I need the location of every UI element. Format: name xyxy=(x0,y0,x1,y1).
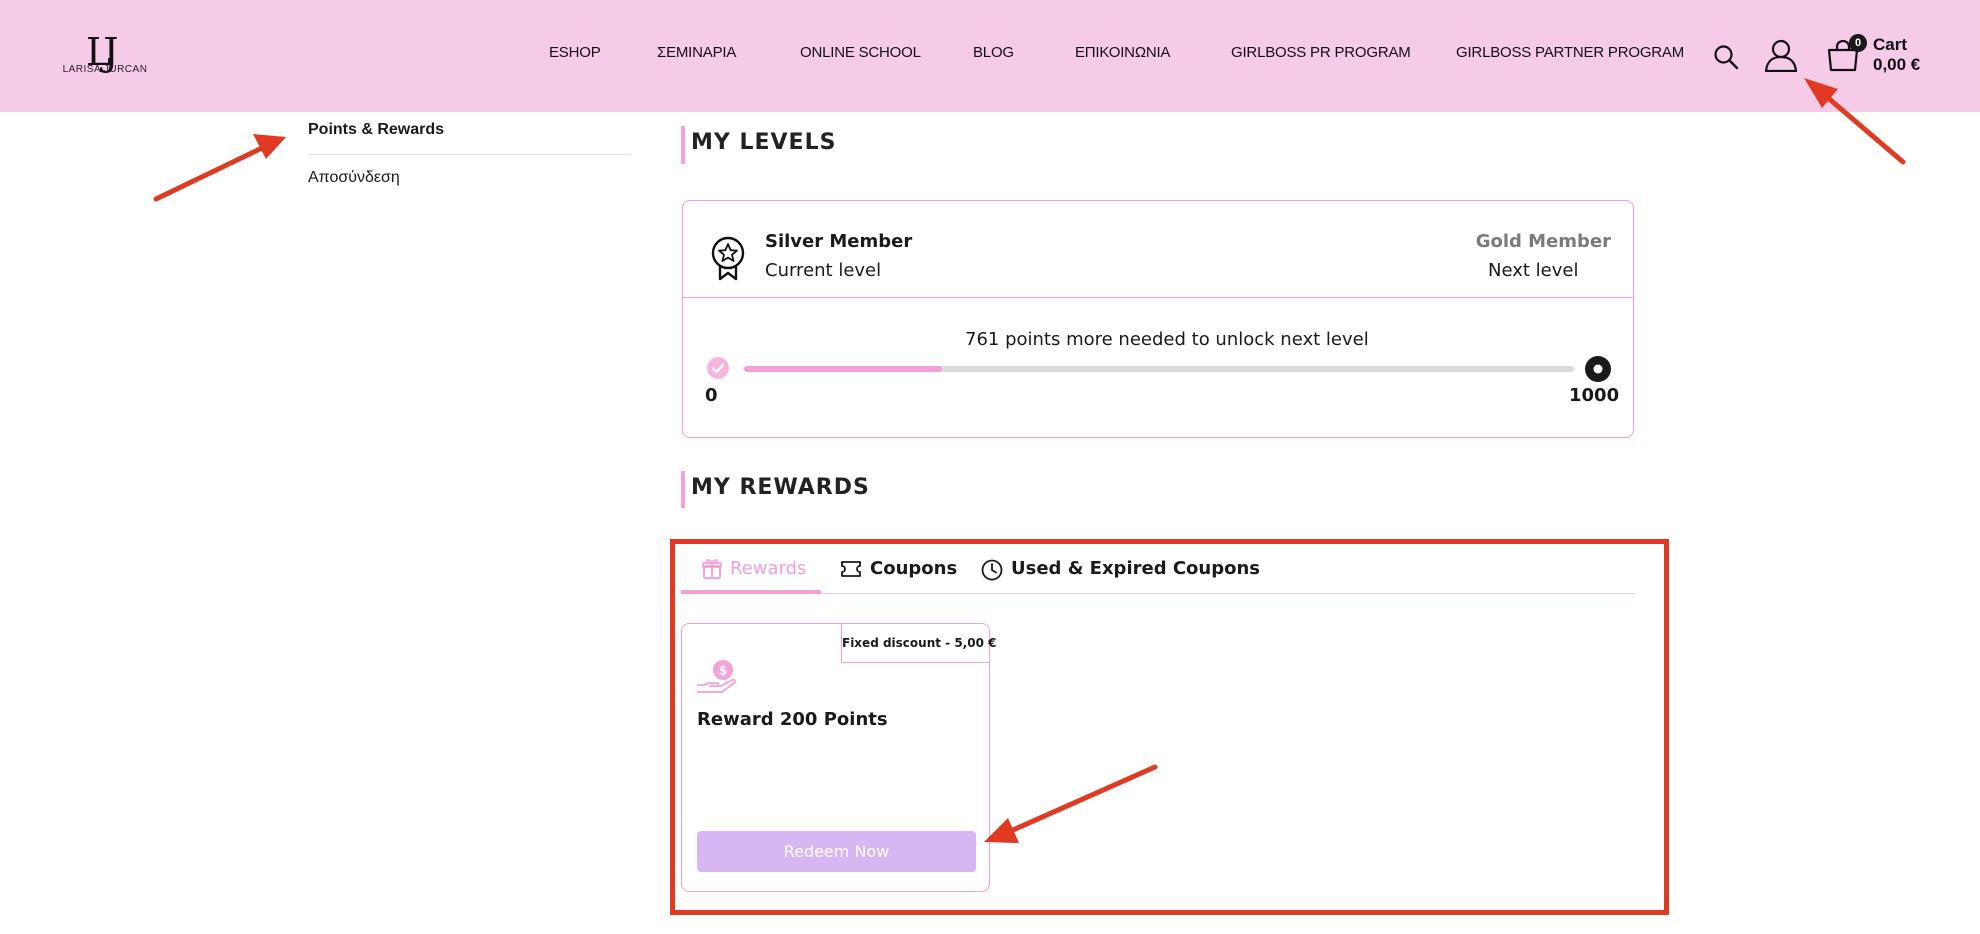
redeem-now-button[interactable]: Redeem Now xyxy=(697,831,976,872)
sidebar-item-logout[interactable]: Αποσύνδεση xyxy=(308,169,400,187)
site-logo[interactable]: LJ LARISA JURCAN xyxy=(58,30,152,80)
cart-label[interactable]: Cart xyxy=(1873,35,1907,54)
next-level-caption: Next level xyxy=(1488,260,1579,281)
cart-total: 0,00 € xyxy=(1873,55,1921,74)
section-accent-bar xyxy=(681,126,685,164)
active-tab-indicator xyxy=(681,590,821,594)
tab-rewards[interactable]: Rewards xyxy=(730,558,806,579)
rewards-section-title: MY REWARDS xyxy=(691,475,870,500)
nav-eshop[interactable]: ESHOP xyxy=(549,44,601,61)
ticket-icon[interactable] xyxy=(840,559,862,579)
current-level-name: Silver Member xyxy=(765,231,913,252)
clock-icon[interactable] xyxy=(981,559,1003,581)
points-needed-text: 761 points more needed to unlock next le… xyxy=(965,329,1369,350)
current-level-caption: Current level xyxy=(765,260,882,281)
reward-title: Reward 200 Points xyxy=(697,709,888,730)
progress-fill xyxy=(744,366,942,372)
user-icon[interactable] xyxy=(1764,38,1798,72)
levels-card-divider xyxy=(682,297,1634,298)
section-accent-bar xyxy=(681,471,685,508)
arrow-sidebar xyxy=(153,134,286,202)
logo-brand-text: LARISA JURCAN xyxy=(62,64,148,75)
discount-tag: Fixed discount - 5,00 € xyxy=(841,624,996,663)
tab-coupons[interactable]: Coupons xyxy=(870,558,957,579)
cart-count-badge: 0 xyxy=(1849,34,1867,52)
check-circle-icon xyxy=(707,357,729,379)
nav-contact[interactable]: ΕΠΙΚΟΙΝΩΝΙΑ xyxy=(1075,44,1170,61)
nav-girlboss-partner-program[interactable]: GIRLBOSS PARTNER PROGRAM xyxy=(1456,44,1684,61)
progress-max: 1000 xyxy=(1569,385,1620,406)
nav-seminars[interactable]: ΣΕΜΙΝΑΡΙΑ xyxy=(657,44,736,61)
progress-min: 0 xyxy=(705,385,718,406)
target-level-icon xyxy=(1585,356,1611,382)
medal-icon xyxy=(711,236,745,281)
nav-girlboss-pr-program[interactable]: GIRLBOSS PR PROGRAM xyxy=(1231,44,1411,61)
tab-used-expired-coupons[interactable]: Used & Expired Coupons xyxy=(1011,558,1260,579)
nav-online-school[interactable]: ONLINE SCHOOL xyxy=(800,44,921,61)
sidebar-divider xyxy=(308,154,630,155)
levels-section-title: MY LEVELS xyxy=(691,130,837,155)
coin-hand-icon: $ xyxy=(697,660,736,693)
sidebar-item-points-rewards[interactable]: Points & Rewards xyxy=(308,121,444,139)
search-icon[interactable] xyxy=(1713,44,1739,70)
tabs-underline xyxy=(681,593,1635,594)
nav-blog[interactable]: BLOG xyxy=(973,44,1014,61)
svg-text:$: $ xyxy=(719,664,727,678)
gift-icon[interactable] xyxy=(702,558,722,580)
next-level-name: Gold Member xyxy=(1475,231,1611,252)
